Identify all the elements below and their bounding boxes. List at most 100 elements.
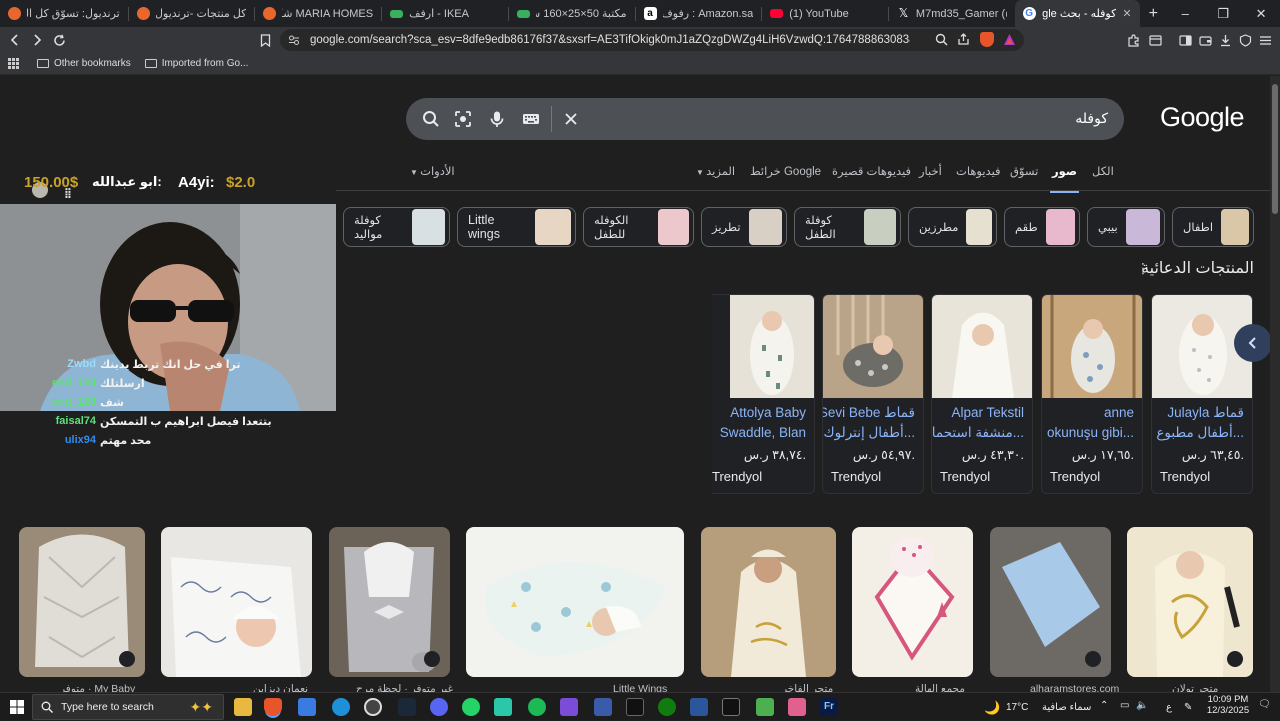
word-icon[interactable]	[690, 698, 708, 716]
windows-start-icon[interactable]	[10, 700, 24, 714]
image-result[interactable]	[990, 527, 1111, 677]
tab-images[interactable]: صور	[1050, 164, 1079, 193]
back-button[interactable]	[4, 29, 26, 51]
microphone-icon[interactable]	[488, 110, 506, 128]
scrollbar-thumb[interactable]	[1272, 84, 1278, 214]
share-icon[interactable]	[957, 33, 970, 46]
refine-chip[interactable]: بيبي	[1087, 207, 1165, 247]
taskbar-search[interactable]: Type here to search ✦✦	[32, 694, 224, 720]
tab-all[interactable]: الكل	[1092, 164, 1114, 178]
image-source[interactable]: متجر تولان	[1172, 683, 1218, 692]
app-icon[interactable]	[722, 698, 740, 716]
notifications-icon[interactable]: 🗨	[1258, 699, 1271, 710]
weather-condition[interactable]: سماء صافية	[1042, 702, 1091, 713]
image-result[interactable]	[19, 527, 145, 677]
tab-maps[interactable]: خرائط Google	[750, 164, 821, 178]
sidebar-icon[interactable]	[1174, 29, 1196, 51]
close-tab-icon[interactable]: ✕	[1122, 7, 1132, 20]
store-icon[interactable]	[298, 698, 316, 716]
app-icon[interactable]	[560, 698, 578, 716]
whatsapp-icon[interactable]	[462, 698, 480, 716]
file-explorer-icon[interactable]	[234, 698, 252, 716]
image-result[interactable]	[466, 527, 684, 677]
close-window-button[interactable]: ✕	[1242, 6, 1280, 22]
discord-icon[interactable]	[430, 698, 448, 716]
refine-chip[interactable]: طقم	[1004, 207, 1080, 247]
volume-icon[interactable]: 🔈	[1136, 700, 1148, 711]
brave-rewards-icon[interactable]	[1003, 33, 1016, 46]
downloads-icon[interactable]	[1214, 29, 1236, 51]
search-query-input[interactable]: كوفله	[1075, 110, 1108, 127]
search-box[interactable]: كوفله	[406, 98, 1124, 140]
image-source[interactable]: مجمع الهالة	[915, 683, 965, 692]
network-icon[interactable]: ▭	[1120, 700, 1129, 711]
restore-button[interactable]: ❐	[1204, 6, 1242, 22]
tab-search-icon[interactable]	[1144, 29, 1166, 51]
tray-overflow-icon[interactable]: ⌃	[1100, 700, 1108, 711]
image-result[interactable]	[161, 527, 312, 677]
lens-icon[interactable]	[454, 110, 472, 128]
carousel-scroll-button[interactable]	[1234, 324, 1270, 362]
fresco-icon[interactable]: Fr	[820, 698, 838, 716]
refine-chip[interactable]: كوفلة مواليد	[343, 207, 450, 247]
reload-button[interactable]	[48, 29, 70, 51]
tab-more[interactable]: ▼ المزيد	[696, 164, 735, 178]
app-icon[interactable]	[756, 698, 774, 716]
forward-button[interactable]	[26, 29, 48, 51]
product-card[interactable]: Sevi Bebe قماط أطفال إنترلوك، ق... ٥٤,٩٧…	[822, 294, 924, 494]
new-tab-button[interactable]: +	[1140, 5, 1166, 23]
image-source[interactable]: alharamstores.com	[1030, 683, 1119, 692]
refine-chip[interactable]: اطفال	[1172, 207, 1254, 247]
browser-tab[interactable]: مكتبة 50×25×160 سم لون	[509, 0, 635, 27]
brave-browser-icon[interactable]	[264, 698, 282, 716]
tab-shopping[interactable]: تسوّق	[1010, 164, 1038, 178]
spotify-icon[interactable]	[528, 698, 546, 716]
weather-moon-icon[interactable]: 🌙	[984, 700, 1000, 716]
product-card[interactable]: Attolya Baby Swaddle, Blan ٣٨,٧٤ ر.س. Tr…	[712, 294, 815, 494]
tab-short-videos[interactable]: فيديوهات قصيرة	[832, 164, 911, 178]
browser-tab[interactable]: ترنديول: تسوّق كل اللي تحتا	[0, 0, 128, 27]
app-icon[interactable]	[788, 698, 806, 716]
tab-news[interactable]: أخبار	[919, 164, 942, 178]
tools-button[interactable]: ▼ الأدوات	[410, 164, 455, 178]
app-icon[interactable]	[364, 698, 382, 716]
app-icon[interactable]	[494, 698, 512, 716]
image-source[interactable]: غير متوفر · لحظة مرح	[356, 683, 453, 692]
product-card[interactable]: Alpar Tekstil منشفة استحمام... ٤٣,٣٠ ر.س…	[931, 294, 1033, 494]
image-result[interactable]	[701, 527, 836, 677]
google-logo[interactable]: Google	[1160, 102, 1245, 133]
refine-chip[interactable]: كوفلة الطفل	[794, 207, 901, 247]
steam-icon[interactable]	[398, 698, 416, 716]
image-source[interactable]: متجر الفاخر	[782, 683, 833, 692]
refine-chip[interactable]: مطرزين	[908, 207, 997, 247]
keyboard-icon[interactable]	[522, 110, 540, 128]
app-icon[interactable]	[626, 698, 644, 716]
address-bar[interactable]: google.com/search?sca_esv=8dfe9edb86176f…	[280, 29, 1024, 51]
browser-tab[interactable]: (1) YouTube	[762, 0, 888, 27]
image-result[interactable]	[1127, 527, 1253, 677]
refine-chip[interactable]: الكوفله للطفل	[583, 207, 694, 247]
browser-tab[interactable]: 𝕏 M7md35_Gamer (@M7md	[889, 0, 1015, 27]
image-source[interactable]: نعمان ديزاين	[253, 683, 308, 692]
menu-icon[interactable]	[1254, 29, 1276, 51]
bookmark-folder-imported[interactable]: Imported from Go...	[144, 58, 248, 69]
browser-tab[interactable]: كل منتجات -ترنديول-صفحة	[129, 0, 255, 27]
image-result[interactable]	[852, 527, 973, 677]
language-indicator[interactable]: ع	[1166, 702, 1172, 713]
vpn-shield-icon[interactable]	[1234, 29, 1256, 51]
refine-chip[interactable]: Little wings	[457, 207, 576, 247]
weather-temp[interactable]: 17°C	[1006, 702, 1028, 713]
extensions-icon[interactable]	[1122, 29, 1144, 51]
bookmark-page-button[interactable]	[254, 29, 276, 51]
browser-tab[interactable]: MARIA HOMES شكل حرف	[255, 0, 381, 27]
clock[interactable]: 10:09 PM 12/3/2025	[1206, 694, 1250, 716]
wallet-icon[interactable]	[1194, 29, 1216, 51]
brave-shields-icon[interactable]	[980, 32, 994, 47]
more-vert-icon[interactable]: ⋮	[1136, 260, 1150, 277]
image-result[interactable]	[329, 527, 450, 677]
product-card[interactable]: Julayla قماط أطفال مطبوع بأند... ٦٣,٤٥ ر…	[1151, 294, 1253, 494]
refine-chip[interactable]: تطريز	[701, 207, 787, 247]
image-source[interactable]: Little Wings	[613, 683, 667, 692]
zoom-icon[interactable]	[935, 33, 948, 46]
xbox-icon[interactable]	[658, 698, 676, 716]
